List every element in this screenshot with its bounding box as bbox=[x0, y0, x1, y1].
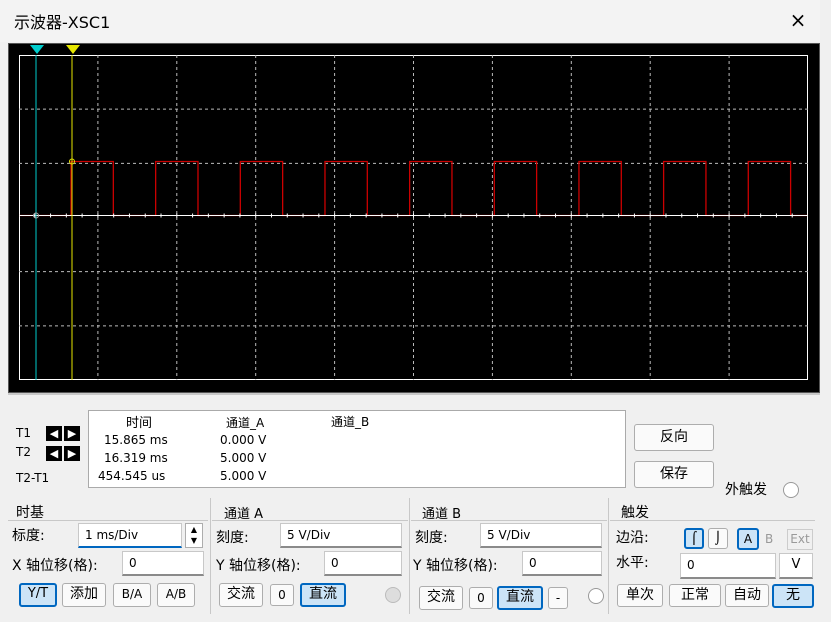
channel-a-zero-button[interactable]: 0 bbox=[270, 584, 294, 606]
t1-right-arrow-icon[interactable]: ▶ bbox=[64, 426, 80, 441]
mode-ab-button[interactable]: A/B bbox=[157, 583, 195, 607]
divider bbox=[8, 520, 208, 521]
trigger-source-b-button[interactable]: B bbox=[765, 532, 773, 546]
channel-b-ac-button[interactable]: 交流 bbox=[419, 586, 463, 610]
trigger-level-unit[interactable]: V bbox=[779, 553, 813, 579]
mode-ba-button[interactable]: B/A bbox=[113, 583, 151, 607]
trigger-source-ext-button[interactable]: Ext bbox=[787, 529, 813, 550]
readout-t2-a: 5.000 V bbox=[220, 451, 267, 465]
readout-t2-time: 16.319 ms bbox=[104, 451, 168, 465]
trigger-normal-button[interactable]: 正常 bbox=[669, 584, 721, 607]
channel-b-scale-label: 刻度: bbox=[415, 530, 448, 546]
ext-trigger-label: 外触发 bbox=[725, 482, 767, 498]
readout-t1-time: 15.865 ms bbox=[104, 433, 168, 447]
channel-a-scale-label: 刻度: bbox=[216, 530, 249, 546]
divider bbox=[608, 498, 609, 614]
readout-header-time: 时间 bbox=[126, 416, 153, 431]
timebase-scale-spinner-icon[interactable]: ▲ ▼ bbox=[185, 523, 203, 548]
xpos-label: X 轴位移(格): bbox=[12, 558, 98, 574]
cursor-2-handle[interactable] bbox=[66, 43, 80, 54]
trigger-title: 触发 bbox=[621, 505, 649, 521]
channel-a-scale-input[interactable]: 5 V/Div bbox=[280, 523, 402, 548]
channel-a-ac-button[interactable]: 交流 bbox=[219, 583, 263, 607]
channel-b-scale-input[interactable]: 5 V/Div bbox=[480, 523, 602, 548]
channel-b-ypos-label: Y 轴位移(格): bbox=[413, 558, 498, 574]
mode-add-button[interactable]: 添加 bbox=[62, 583, 106, 607]
t1-label: T1 bbox=[16, 426, 31, 440]
mode-yt-button[interactable]: Y/T bbox=[19, 583, 57, 607]
readout-t21-time: 454.545 us bbox=[98, 469, 166, 483]
close-button[interactable]: × bbox=[786, 8, 810, 32]
ext-trigger-radio[interactable] bbox=[783, 482, 799, 498]
channel-a-ypos-label: Y 轴位移(格): bbox=[216, 558, 301, 574]
timebase-title: 时基 bbox=[16, 505, 44, 521]
oscilloscope-display[interactable] bbox=[19, 55, 808, 380]
cursor-1-handle[interactable] bbox=[30, 43, 44, 54]
channel-b-radio[interactable] bbox=[588, 588, 604, 604]
readout-header-b: 通道_B bbox=[331, 415, 370, 429]
t2-label: T2 bbox=[16, 445, 31, 459]
channel-a-ypos-input[interactable]: 0 bbox=[324, 551, 402, 576]
divider bbox=[610, 520, 815, 521]
readout-t21-a: 5.000 V bbox=[220, 469, 267, 483]
channel-b-minus-button[interactable]: - bbox=[548, 587, 568, 609]
title-bar bbox=[0, 0, 820, 42]
trigger-auto-button[interactable]: 自动 bbox=[725, 584, 769, 607]
timebase-scale-label: 标度: bbox=[12, 528, 45, 544]
divider bbox=[411, 520, 607, 521]
readout-t1-a: 0.000 V bbox=[220, 433, 267, 447]
trigger-single-button[interactable]: 单次 bbox=[617, 584, 663, 607]
timebase-scale-input[interactable]: 1 ms/Div bbox=[78, 523, 182, 548]
channel-b-ypos-input[interactable]: 0 bbox=[522, 551, 602, 576]
t2-left-arrow-icon[interactable]: ◀ bbox=[46, 446, 62, 461]
trigger-source-a-button[interactable]: A bbox=[737, 528, 759, 550]
trigger-level-label: 水平: bbox=[616, 555, 649, 571]
reverse-button[interactable]: 反向 bbox=[634, 424, 714, 451]
xpos-input[interactable]: 0 bbox=[122, 551, 204, 576]
save-button[interactable]: 保存 bbox=[634, 461, 714, 488]
readout-header-a: 通道_A bbox=[226, 416, 265, 430]
channel-a-dc-button[interactable]: 直流 bbox=[300, 583, 346, 607]
window-title: 示波器-XSC1 bbox=[14, 13, 111, 32]
rising-edge-icon[interactable]: ⌠ bbox=[684, 528, 704, 549]
channel-a-radio[interactable] bbox=[385, 587, 401, 603]
channel-b-zero-button[interactable]: 0 bbox=[469, 587, 493, 609]
channel-b-dc-button[interactable]: 直流 bbox=[497, 586, 543, 610]
divider bbox=[8, 393, 820, 395]
falling-edge-icon[interactable]: ⌡ bbox=[708, 528, 728, 549]
t1-left-arrow-icon[interactable]: ◀ bbox=[46, 426, 62, 441]
trigger-none-button[interactable]: 无 bbox=[772, 584, 814, 608]
trigger-edge-label: 边沿: bbox=[616, 530, 649, 546]
trigger-level-input[interactable]: 0 bbox=[680, 553, 776, 579]
divider bbox=[212, 520, 408, 521]
t2-right-arrow-icon[interactable]: ▶ bbox=[64, 446, 80, 461]
divider bbox=[409, 498, 410, 614]
divider bbox=[210, 498, 211, 614]
t21-label: T2-T1 bbox=[16, 471, 50, 485]
